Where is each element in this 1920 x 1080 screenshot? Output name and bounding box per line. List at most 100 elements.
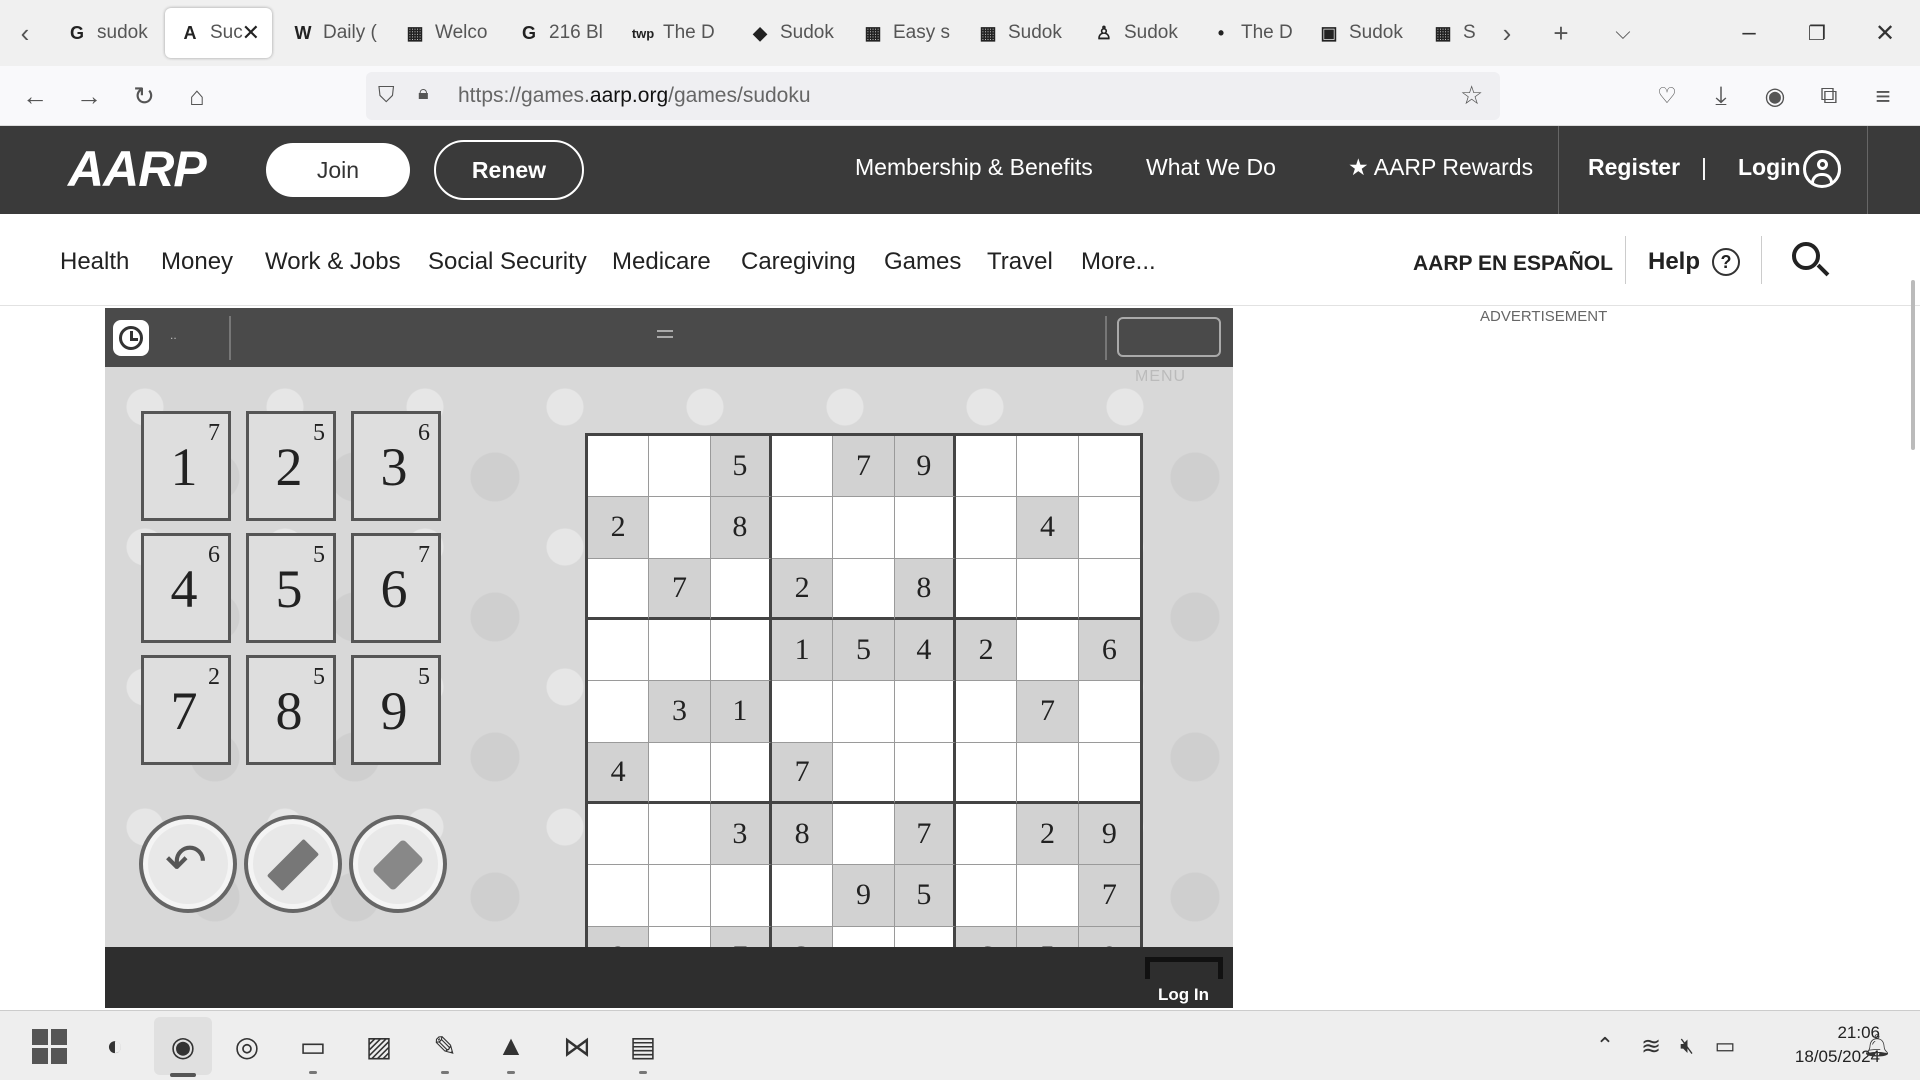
- number-tile-5[interactable]: 55: [246, 533, 336, 643]
- sudoku-cell[interactable]: 2: [588, 497, 650, 559]
- browser-tab[interactable]: ▦ Sudok: [963, 8, 1073, 58]
- sudoku-cell[interactable]: [771, 681, 834, 743]
- sudoku-cell[interactable]: [894, 742, 956, 804]
- number-tile-4[interactable]: 46: [141, 533, 231, 643]
- sudoku-cell[interactable]: [955, 681, 1018, 743]
- sudoku-cell[interactable]: [771, 436, 834, 498]
- nav-work-jobs[interactable]: Work & Jobs: [265, 248, 401, 276]
- sudoku-cell[interactable]: 4: [588, 742, 650, 804]
- number-tile-9[interactable]: 95: [351, 655, 441, 765]
- nav-social-security[interactable]: Social Security: [428, 248, 587, 276]
- photos-icon[interactable]: ▨: [358, 1025, 400, 1067]
- sudoku-cell[interactable]: 7: [649, 558, 711, 620]
- nav-games[interactable]: Games: [884, 248, 961, 276]
- sudoku-cell[interactable]: [649, 803, 711, 866]
- file-explorer-icon[interactable]: ▭: [292, 1025, 334, 1067]
- undo-button[interactable]: ↶: [139, 815, 237, 913]
- sudoku-cell[interactable]: [1078, 681, 1140, 743]
- sudoku-cell[interactable]: 5: [710, 436, 772, 498]
- number-tile-8[interactable]: 85: [246, 655, 336, 765]
- lock-icon[interactable]: 🔒︎: [418, 82, 429, 105]
- sudoku-cell[interactable]: 6: [1078, 619, 1140, 682]
- browser-tab[interactable]: G 216 Bl: [504, 8, 612, 58]
- shield-icon[interactable]: ⛉: [378, 82, 395, 108]
- nav-medicare[interactable]: Medicare: [612, 248, 711, 276]
- close-window-icon[interactable]: ✕: [1852, 0, 1918, 66]
- notifications-bell-icon[interactable]: 🔔︎: [1856, 1025, 1898, 1067]
- chrome-icon[interactable]: ◎: [226, 1025, 268, 1067]
- browser-tab[interactable]: Gsudok: [52, 8, 160, 58]
- user-account-icon[interactable]: [1803, 150, 1841, 188]
- sudoku-cell[interactable]: [894, 497, 956, 559]
- downloads-icon[interactable]: ⤓: [1694, 66, 1748, 126]
- sudoku-cell[interactable]: 8: [894, 558, 956, 620]
- forward-icon[interactable]: →: [62, 66, 116, 126]
- sudoku-cell[interactable]: [649, 865, 711, 927]
- register-link[interactable]: Register: [1588, 154, 1680, 181]
- sudoku-cell[interactable]: [833, 742, 895, 804]
- nav-health[interactable]: Health: [60, 248, 129, 276]
- login-button[interactable]: Log In: [1158, 985, 1209, 1005]
- show-hidden-icons-icon[interactable]: ⌃: [1584, 1025, 1626, 1067]
- help-question-icon[interactable]: ?: [1712, 248, 1740, 276]
- browser-tab[interactable]: ▦ Welco: [390, 8, 498, 58]
- sudoku-cell[interactable]: [1078, 436, 1140, 498]
- fullscreen-icon[interactable]: [1145, 957, 1223, 979]
- sudoku-grid[interactable]: 579284728154263174738729957973658: [585, 433, 1143, 991]
- sudoku-cell[interactable]: [1078, 558, 1140, 620]
- number-tile-1[interactable]: 17: [141, 411, 231, 521]
- vscode-icon[interactable]: ⋈: [556, 1025, 598, 1067]
- sudoku-cell[interactable]: 7: [894, 803, 956, 866]
- sudoku-cell[interactable]: [955, 803, 1018, 866]
- close-tab-icon[interactable]: ✕: [242, 20, 260, 46]
- tab-scroll-left-icon[interactable]: ‹: [2, 0, 48, 66]
- sudoku-cell[interactable]: [955, 742, 1018, 804]
- sudoku-cell[interactable]: [771, 865, 834, 927]
- sudoku-cell[interactable]: 1: [771, 619, 834, 682]
- number-tile-7[interactable]: 72: [141, 655, 231, 765]
- number-tile-6[interactable]: 67: [351, 533, 441, 643]
- sudoku-cell[interactable]: 7: [1017, 681, 1079, 743]
- sudoku-cell[interactable]: [588, 619, 650, 682]
- what-we-do-link[interactable]: What We Do: [1146, 154, 1276, 181]
- clock-icon[interactable]: [113, 320, 149, 356]
- sudoku-cell[interactable]: 9: [1078, 803, 1140, 866]
- paint-icon[interactable]: ✎: [424, 1025, 466, 1067]
- acrobat-icon[interactable]: ▲: [490, 1025, 532, 1067]
- sudoku-cell[interactable]: [710, 558, 772, 620]
- aarp-espanol-link[interactable]: AARP EN ESPAÑOL: [1413, 252, 1613, 276]
- aarp-rewards-link[interactable]: ★ AARP Rewards: [1348, 154, 1533, 181]
- home-icon[interactable]: ⌂: [170, 66, 224, 126]
- sudoku-cell[interactable]: [588, 865, 650, 927]
- sudoku-cell[interactable]: [833, 558, 895, 620]
- sudoku-cell[interactable]: [955, 558, 1018, 620]
- sudoku-cell[interactable]: 1: [710, 681, 772, 743]
- sudoku-cell[interactable]: 7: [1078, 865, 1140, 927]
- sudoku-cell[interactable]: 9: [833, 865, 895, 927]
- sudoku-cell[interactable]: [833, 681, 895, 743]
- account-icon[interactable]: ◉: [1748, 66, 1802, 126]
- membership-benefits-link[interactable]: Membership & Benefits: [855, 154, 1093, 181]
- number-tile-3[interactable]: 36: [351, 411, 441, 521]
- sudoku-cell[interactable]: 9: [894, 436, 956, 498]
- browser-tab[interactable]: A Suc ✕: [165, 8, 272, 58]
- minimize-icon[interactable]: –: [1716, 0, 1782, 66]
- extensions-icon[interactable]: ⧉: [1802, 66, 1856, 126]
- help-link[interactable]: Help: [1648, 248, 1700, 276]
- sudoku-cell[interactable]: [710, 619, 772, 682]
- sudoku-cell[interactable]: [833, 803, 895, 866]
- browser-tab[interactable]: ◆ Sudok: [735, 8, 843, 58]
- sudoku-cell[interactable]: [1017, 865, 1079, 927]
- join-button[interactable]: Join: [266, 143, 410, 197]
- url-text[interactable]: https://games.aarp.org/games/sudoku: [458, 84, 811, 108]
- battery-icon[interactable]: ▭: [1704, 1025, 1746, 1067]
- browser-tab[interactable]: ♙ Sudok: [1079, 8, 1189, 58]
- sudoku-cell[interactable]: [710, 865, 772, 927]
- sudoku-cell[interactable]: [771, 497, 834, 559]
- sudoku-cell[interactable]: [1078, 742, 1140, 804]
- sudoku-cell[interactable]: 2: [771, 558, 834, 620]
- sudoku-cell[interactable]: [894, 681, 956, 743]
- search-icon[interactable]: [1792, 242, 1830, 277]
- back-icon[interactable]: ←: [8, 66, 62, 126]
- sudoku-cell[interactable]: [1017, 436, 1079, 498]
